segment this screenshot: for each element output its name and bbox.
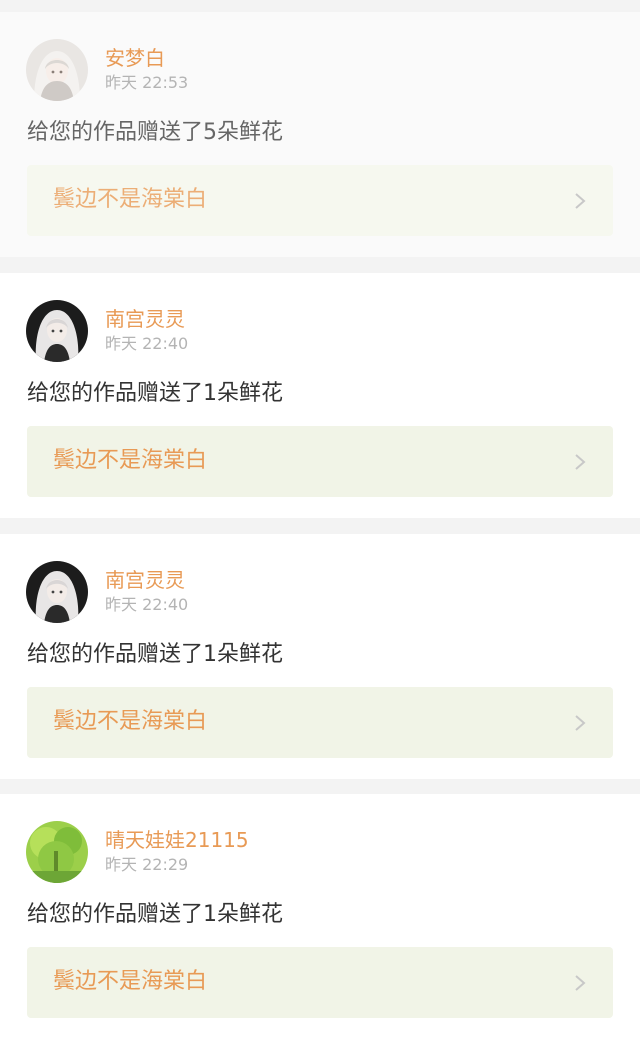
username[interactable]: 南宫灵灵: [105, 568, 185, 592]
timestamp: 昨天 22:40: [105, 595, 189, 614]
work-link-button[interactable]: 鬓边不是海棠白: [27, 165, 613, 236]
timestamp: 昨天 22:29: [105, 855, 189, 874]
work-link-button[interactable]: 鬓边不是海棠白: [27, 687, 613, 758]
user-avatar[interactable]: [26, 561, 88, 623]
chevron-right-icon: [575, 454, 586, 470]
work-title: 鬓边不是海棠白: [53, 709, 208, 734]
work-title: 鬓边不是海棠白: [53, 187, 208, 212]
work-link-button[interactable]: 鬓边不是海棠白: [27, 947, 613, 1018]
username[interactable]: 晴天娃娃21115: [105, 828, 249, 852]
chevron-right-icon: [575, 975, 586, 991]
user-avatar[interactable]: [26, 300, 88, 362]
username[interactable]: 安梦白: [105, 46, 165, 70]
notification-card: 安梦白 昨天 22:53 给您的作品赠送了5朵鲜花 鬓边不是海棠白: [0, 12, 640, 257]
work-title: 鬓边不是海棠白: [53, 969, 208, 994]
user-avatar[interactable]: [26, 39, 88, 101]
timestamp: 昨天 22:40: [105, 334, 189, 353]
green-tree-avatar-icon: [26, 821, 88, 883]
gift-message: 给您的作品赠送了1朵鲜花: [27, 642, 283, 667]
anime-avatar-dark-icon: [26, 300, 88, 362]
gift-message: 给您的作品赠送了1朵鲜花: [27, 902, 283, 927]
notification-card: 南宫灵灵 昨天 22:40 给您的作品赠送了1朵鲜花 鬓边不是海棠白: [0, 534, 640, 779]
work-link-button[interactable]: 鬓边不是海棠白: [27, 426, 613, 497]
anime-avatar-white-hair-icon: [26, 39, 88, 101]
work-title: 鬓边不是海棠白: [53, 448, 208, 473]
gift-message: 给您的作品赠送了5朵鲜花: [27, 120, 283, 145]
username[interactable]: 南宫灵灵: [105, 307, 185, 331]
chevron-right-icon: [575, 193, 586, 209]
anime-avatar-dark-icon: [26, 561, 88, 623]
chevron-right-icon: [575, 715, 586, 731]
timestamp: 昨天 22:53: [105, 73, 189, 92]
user-avatar[interactable]: [26, 821, 88, 883]
notification-card: 晴天娃娃21115 昨天 22:29 给您的作品赠送了1朵鲜花 鬓边不是海棠白: [0, 794, 640, 1039]
gift-message: 给您的作品赠送了1朵鲜花: [27, 381, 283, 406]
notification-card: 南宫灵灵 昨天 22:40 给您的作品赠送了1朵鲜花 鬓边不是海棠白: [0, 273, 640, 518]
